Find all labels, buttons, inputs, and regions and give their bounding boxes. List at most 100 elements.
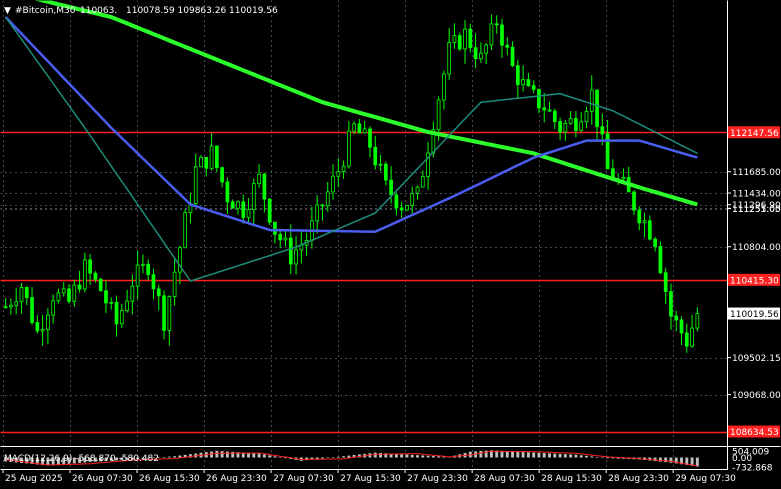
macd-bar [405,454,409,458]
candle-body [383,163,388,181]
macd-bar [321,457,324,459]
time-label: 28 Aug 07:30 [474,474,535,484]
candle-body [61,288,66,294]
macd-bar [215,450,219,458]
candle-body [3,306,8,309]
candle-body [457,35,462,50]
macd-bar [178,455,182,458]
candle-body [119,310,124,325]
candle-body [209,145,214,169]
macd-bar [606,457,610,459]
symbol-label: #Bitcoin,M30 [15,6,76,16]
candle-body [436,99,441,131]
time-label: 26 Aug 07:30 [72,474,133,484]
macd-bar [347,455,351,458]
macd-bar [173,456,177,458]
candle-body [663,272,668,292]
level-price-label: 108634.53 [730,428,779,438]
time-label: 26 Aug 23:30 [206,474,267,484]
horizontal-levels [0,131,728,434]
candle-body [547,109,552,112]
candle-body [341,165,346,173]
candle-body [141,263,145,266]
candle-body [204,156,209,169]
macd-bar [590,456,594,458]
macd-bar [336,456,340,458]
macd-label: MACD(12,26,9) -568.870 -580.482 [4,454,159,464]
macd-bar [247,452,250,458]
macd-bar [273,456,277,458]
candle-body [40,329,45,332]
time-label: 29 Aug 07:30 [675,474,736,484]
candle-body [199,156,203,168]
candle-body [632,191,636,211]
macd-bar [326,457,330,459]
candle-body [273,221,277,235]
candle-body [230,201,235,209]
price-tick-label: 109502.15 [732,354,781,364]
macd-bar [511,451,515,458]
candle-body [320,204,325,207]
candle-body [357,123,362,134]
candle-body [373,146,378,166]
level-price-label: 112147.56 [730,129,779,139]
time-label: 28 Aug 15:30 [541,474,602,484]
price-tick-label: 111685.00 [732,168,781,178]
macd-bar [479,450,483,458]
moving-average-3 [4,16,698,282]
candle-body [637,209,642,224]
macd-bar [257,453,261,458]
candle-body [283,237,288,241]
candle-body [399,207,404,211]
price-tick-label: 111434.00 [732,190,781,200]
candle-body [14,301,19,306]
candle-body [515,65,520,86]
candle-body [325,191,330,207]
macd-bar [574,454,578,458]
candle-body [130,285,135,302]
candle-body [468,28,473,48]
candle-body [600,126,605,135]
candle-body [589,89,594,112]
candle-body [494,23,499,26]
macd-bar [437,456,441,458]
macd-bar [167,456,171,458]
candle-body [109,301,114,304]
candle-body [669,291,673,317]
candle-body [378,163,383,166]
candle-body [442,73,446,101]
candle-body [167,296,172,331]
candle-body [484,44,488,54]
candle-body [347,130,351,167]
moving-average-2 [4,16,698,233]
macd-bar [268,455,272,458]
candle-body [104,290,108,304]
macd-axis-label: -732.868 [732,464,773,474]
macd-bar [431,456,435,458]
header-arrow[interactable]: ▼ [4,6,11,16]
macd-bar [595,457,599,458]
candle-body [568,118,573,124]
candle-body [674,315,679,321]
candle-body [77,284,82,290]
candle-body [415,186,420,194]
chart-border [0,0,781,489]
candle-body [410,193,415,206]
candle-body [537,88,541,109]
candle-body [521,79,525,86]
candle-body [642,220,647,224]
time-label: 27 Aug 23:30 [407,474,468,484]
macd-bar [252,453,256,458]
candle-body [82,259,87,290]
candle-body [315,204,320,222]
candle-body [125,300,129,312]
candle-body [653,238,657,247]
candles [3,14,700,353]
macd-bar [400,454,404,458]
chart-canvas[interactable]: 111434.00111296.90111255.05112147.561116… [0,0,781,489]
candle-body [500,24,504,46]
candle-body [193,166,198,204]
candle-body [262,173,267,200]
macd-bar [563,454,567,458]
candle-body [146,263,151,276]
